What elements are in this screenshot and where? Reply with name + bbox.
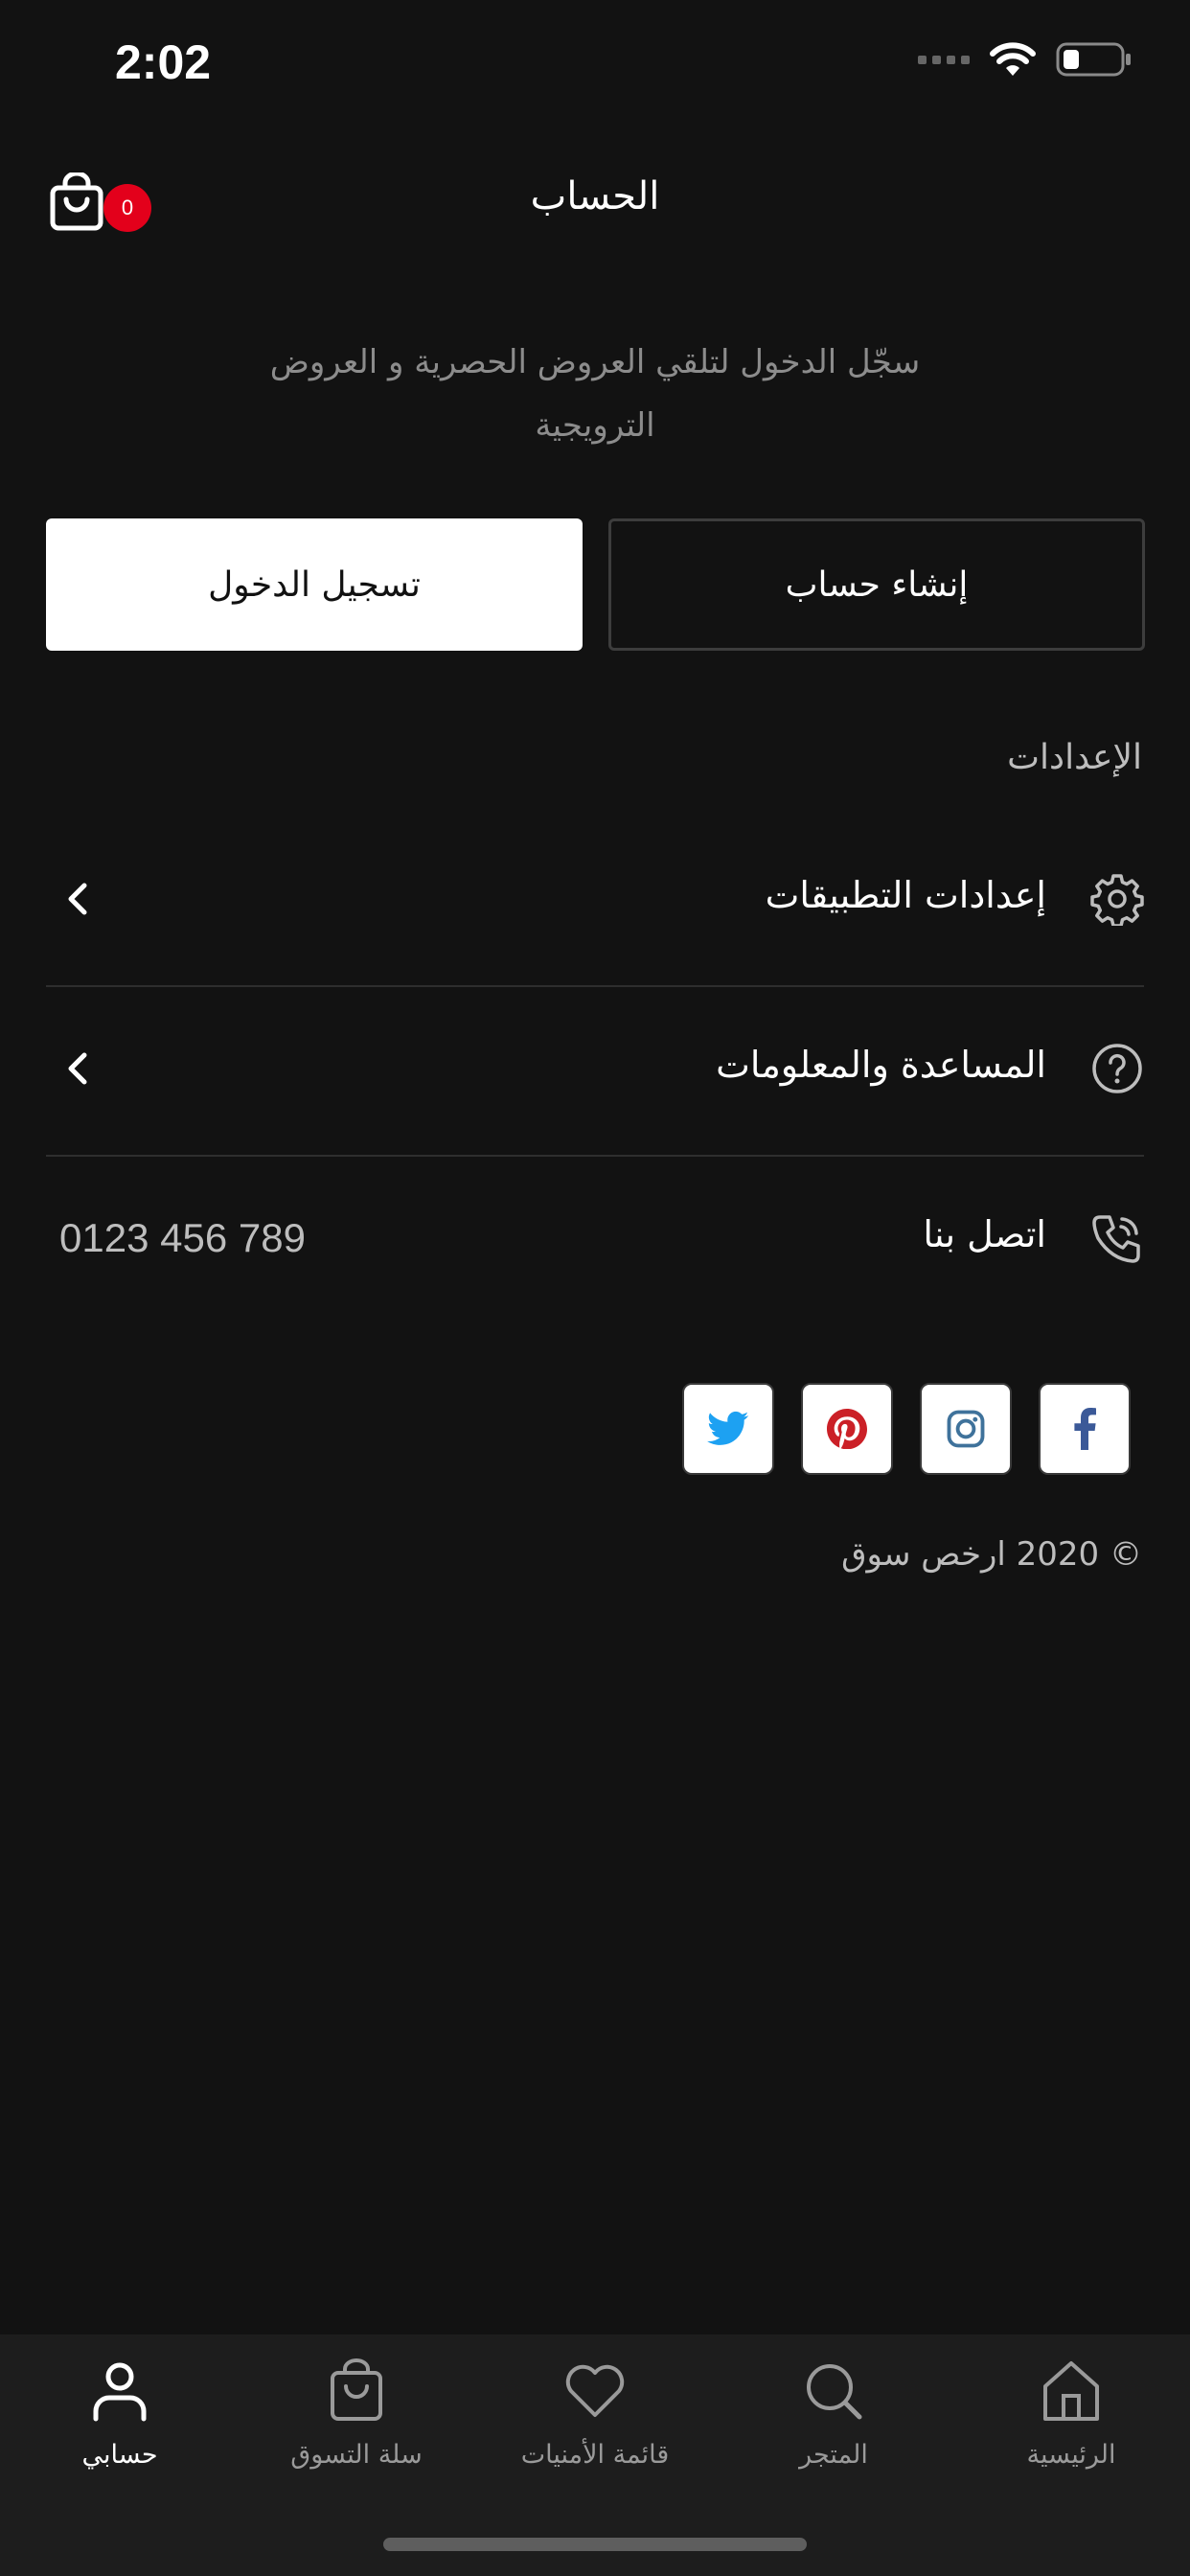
home-icon (1043, 2361, 1099, 2421)
app-settings-label: إعدادات التطبيقات (765, 874, 1046, 916)
help-icon (1092, 1044, 1142, 1093)
phone-icon (1092, 1215, 1140, 1263)
app-settings-row[interactable]: إعدادات التطبيقات (46, 832, 1144, 966)
tab-home[interactable]: الرئيسية (975, 2358, 1167, 2470)
tab-label: سلة التسوق (290, 2440, 423, 2470)
user-icon (93, 2362, 147, 2422)
chevron-left-icon (68, 1052, 87, 1085)
settings-section-label: الإعدادات (1007, 738, 1142, 777)
facebook-button[interactable] (1039, 1383, 1131, 1475)
status-time: 2:02 (115, 35, 212, 89)
create-account-button[interactable]: إنشاء حساب (608, 518, 1145, 651)
contact-us-row[interactable]: اتصل بنا 0123 456 789 (46, 1171, 1144, 1305)
pinterest-icon (827, 1409, 867, 1449)
tab-label: قائمة الأمنيات (520, 2440, 670, 2470)
signal-icon (918, 55, 970, 64)
phone-number[interactable]: 0123 456 789 (59, 1215, 306, 1261)
tab-store[interactable]: المتجر (738, 2358, 929, 2470)
divider (46, 985, 1144, 987)
bag-icon (331, 2358, 382, 2421)
chevron-left-icon (68, 883, 87, 915)
help-info-row[interactable]: المساعدة والمعلومات (46, 1001, 1144, 1136)
cart-count-badge: 0 (103, 184, 151, 232)
tab-label: المتجر (799, 2440, 868, 2470)
contact-us-label: اتصل بنا (923, 1213, 1046, 1255)
heart-icon (565, 2364, 625, 2417)
twitter-button[interactable] (682, 1383, 774, 1475)
status-indicators (918, 40, 1133, 79)
login-button[interactable]: تسجيل الدخول (46, 518, 583, 651)
wifi-icon (990, 42, 1036, 76)
help-info-label: المساعدة والمعلومات (716, 1044, 1046, 1086)
home-indicator (383, 2538, 807, 2551)
facebook-icon (1074, 1408, 1096, 1450)
bag-icon (50, 171, 103, 231)
divider (46, 1155, 1144, 1157)
page-title: الحساب (530, 174, 660, 218)
tab-label: الرئيسية (1026, 2440, 1116, 2470)
header: الحساب 0 (0, 153, 1190, 259)
gear-icon (1090, 874, 1144, 926)
tab-cart[interactable]: سلة التسوق (261, 2358, 452, 2470)
instagram-button[interactable] (920, 1383, 1012, 1475)
login-promo-text: سجّل الدخول لتلقي العروض الحصرية و العرو… (269, 343, 921, 445)
copyright-text: © 2020 ارخص سوق (841, 1535, 1142, 1574)
battery-icon (1056, 42, 1131, 77)
status-bar: 2:02 (0, 0, 1190, 134)
tab-account[interactable]: حسابي (24, 2358, 216, 2470)
pinterest-button[interactable] (801, 1383, 893, 1475)
search-icon (807, 2364, 862, 2420)
twitter-icon (707, 1411, 749, 1445)
social-links (682, 1383, 1131, 1475)
tab-wishlist[interactable]: قائمة الأمنيات (499, 2358, 691, 2470)
instagram-icon (947, 1410, 985, 1448)
tab-label: حسابي (81, 2440, 158, 2470)
